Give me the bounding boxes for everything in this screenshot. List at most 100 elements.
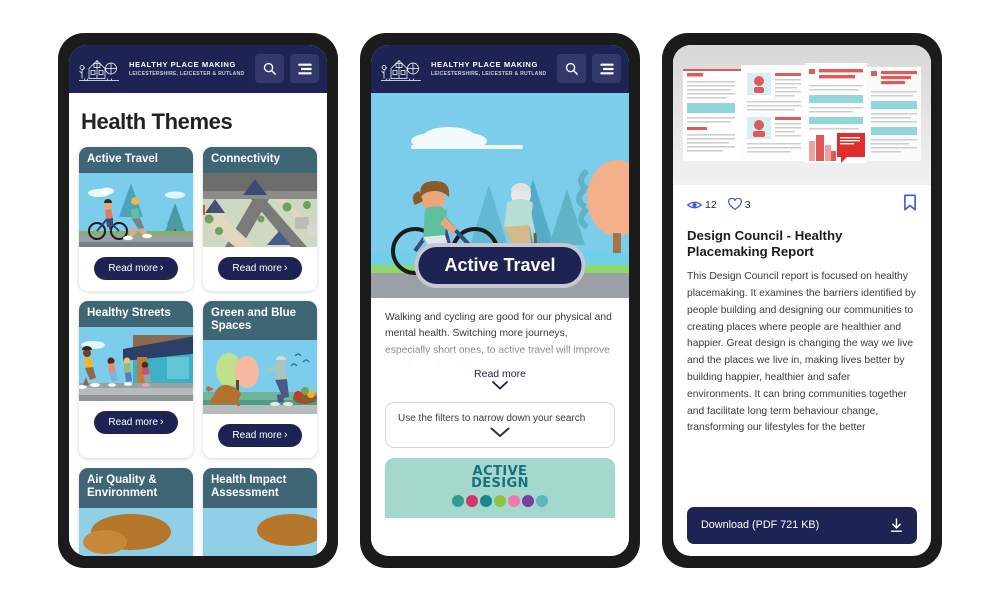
active-design-icon-row: [385, 494, 615, 507]
ad-icon-4: [494, 494, 506, 507]
theme-card-title: Healthy Streets: [79, 300, 193, 327]
healthy-place-making-logo-icon: [381, 59, 421, 81]
phone-mockup-resource-detail: 12 3 Design Council - Healthy Placemakin…: [662, 32, 942, 568]
search-button[interactable]: [255, 54, 284, 83]
chevron-right-icon: ›: [159, 415, 164, 428]
theme-card-grid: Active Travel Read more › Connectivity R…: [79, 146, 317, 556]
hero-title: Active Travel: [414, 242, 586, 288]
read-more-label: Read more: [232, 430, 282, 442]
health-themes-body: Health Themes Active Travel Read more › …: [69, 92, 327, 556]
active-travel-illustration: [79, 172, 193, 247]
air-quality-illustration: [79, 507, 193, 556]
bookmark-icon: [904, 193, 916, 211]
ad-icon-5: [508, 494, 520, 507]
filter-caret: [398, 426, 602, 441]
theme-card[interactable]: Connectivity Read more ›: [203, 146, 317, 291]
ad-icon-1: [452, 494, 464, 507]
hero-banner: Active Travel: [371, 92, 629, 298]
theme-card[interactable]: Green and Blue Spaces Read more ›: [203, 300, 317, 459]
chevron-down-icon: [490, 427, 510, 437]
read-more-label: Read more: [108, 416, 158, 428]
read-more-button[interactable]: Read more ›: [218, 424, 302, 448]
theme-card-title: Air Quality & Environment: [79, 468, 193, 508]
connectivity-map-illustration: [203, 172, 317, 247]
theme-card-title: Connectivity: [203, 146, 317, 173]
download-icon: [890, 517, 903, 532]
active-design-line2: DESIGN: [471, 476, 529, 492]
active-design-title: ACTIVE DESIGN: [385, 458, 615, 491]
resource-description: This Design Council report is focused on…: [687, 271, 916, 434]
read-more-button[interactable]: Read more ›: [94, 410, 178, 434]
active-travel-body: Active Travel Walking and cycling are go…: [371, 92, 629, 556]
theme-card-footer: Read more ›: [203, 414, 317, 458]
ad-icon-6: [522, 494, 534, 507]
theme-card-title: Health Impact Assessment: [203, 468, 317, 508]
likes-count: 3: [744, 198, 751, 211]
theme-card[interactable]: Air Quality & Environment Read more›: [79, 468, 193, 556]
read-more-label: Read more: [232, 262, 282, 274]
filter-dropdown[interactable]: Use the filters to narrow down your sear…: [385, 401, 615, 448]
healthy-streets-illustration: [79, 326, 193, 401]
report-spread-illustration: [673, 44, 931, 185]
chevron-right-icon: ›: [283, 261, 288, 274]
ad-icon-3: [480, 494, 492, 507]
theme-card[interactable]: Active Travel Read more ›: [79, 146, 193, 291]
phone1-screen: HEALTHY PLACE MAKING LEICESTERSHIRE, LEI…: [69, 44, 327, 556]
active-design-banner[interactable]: ACTIVE DESIGN: [385, 457, 615, 518]
hero-copy-clip: Walking and cycling are good for our phy…: [385, 310, 615, 364]
logo-title: HEALTHY PLACE MAKING: [431, 60, 538, 70]
logo-subtitle: LEICESTERSHIRE, LEICESTER & RUTLAND: [431, 70, 547, 77]
read-more-link[interactable]: Read more: [385, 368, 615, 390]
hero-copy-block: Walking and cycling are good for our phy…: [371, 298, 629, 390]
download-button[interactable]: Download (PDF 721 KB): [687, 506, 917, 544]
logo-text-block: HEALTHY PLACE MAKING LEICESTERSHIRE, LEI…: [127, 60, 249, 77]
site-header: HEALTHY PLACE MAKING LEICESTERSHIRE, LEI…: [69, 44, 327, 93]
read-more-button[interactable]: Read more ›: [94, 256, 178, 280]
chevron-right-icon: ›: [159, 261, 164, 274]
theme-card-title: Active Travel: [79, 146, 193, 173]
theme-card[interactable]: Health Impact Assessment Read more›: [203, 468, 317, 556]
theme-card-footer: Read more ›: [79, 247, 193, 291]
menu-button[interactable]: [592, 54, 621, 83]
phone3-screen: 12 3 Design Council - Healthy Placemakin…: [673, 44, 931, 556]
theme-card-footer: Read more ›: [79, 401, 193, 445]
phone2-screen: HEALTHY PLACE MAKING LEICESTERSHIRE, LEI…: [371, 44, 629, 556]
hero-body-text: Walking and cycling are good for our phy…: [385, 311, 612, 364]
theme-card-title: Green and Blue Spaces: [203, 300, 317, 341]
theme-card[interactable]: Healthy Streets Read more ›: [79, 300, 193, 459]
read-more-label: Read more: [474, 367, 526, 380]
phone-mockup-active-travel: HEALTHY PLACE MAKING LEICESTERSHIRE, LEI…: [360, 32, 640, 568]
chevron-down-icon: [492, 380, 508, 390]
site-header: HEALTHY PLACE MAKING LEICESTERSHIRE, LEI…: [371, 44, 629, 93]
hamburger-menu-icon: [297, 63, 312, 74]
logo-subtitle: LEICESTERSHIRE, LEICESTER & RUTLAND: [129, 70, 245, 77]
views-count: 12: [705, 198, 717, 211]
green-blue-spaces-illustration: [203, 340, 317, 415]
healthy-place-making-logo-icon: [79, 59, 119, 81]
bookmark-button[interactable]: [903, 193, 917, 216]
logo-title: HEALTHY PLACE MAKING: [129, 60, 236, 70]
download-label: Download (PDF 721 KB): [701, 519, 820, 531]
logo-text-block: HEALTHY PLACE MAKING LEICESTERSHIRE, LEI…: [429, 60, 551, 77]
screenshot-stage: HEALTHY PLACE MAKING LEICESTERSHIRE, LEI…: [0, 0, 1000, 600]
search-icon: [565, 62, 578, 75]
hamburger-menu-icon: [599, 63, 614, 74]
theme-card-footer: Read more ›: [203, 247, 317, 291]
filter-prompt-label: Use the filters to narrow down your sear…: [398, 412, 586, 424]
document-preview-image[interactable]: [673, 44, 931, 185]
health-impact-illustration: [203, 507, 317, 556]
resource-title: Design Council - Healthy Placemaking Rep…: [687, 227, 843, 260]
search-button[interactable]: [557, 54, 586, 83]
read-more-button[interactable]: Read more ›: [218, 256, 302, 280]
page-title: Health Themes: [81, 108, 233, 134]
menu-button[interactable]: [290, 54, 319, 83]
likes-stat[interactable]: 3: [727, 198, 751, 211]
ad-icon-7: [536, 494, 548, 507]
resource-stats-row: 12 3: [673, 185, 931, 220]
read-more-label: Read more: [108, 262, 158, 274]
download-button-wrap: Download (PDF 721 KB): [673, 499, 931, 556]
search-icon: [263, 62, 276, 75]
eye-icon: [687, 201, 702, 208]
chevron-right-icon: ›: [283, 429, 288, 442]
views-stat: 12: [687, 199, 717, 211]
